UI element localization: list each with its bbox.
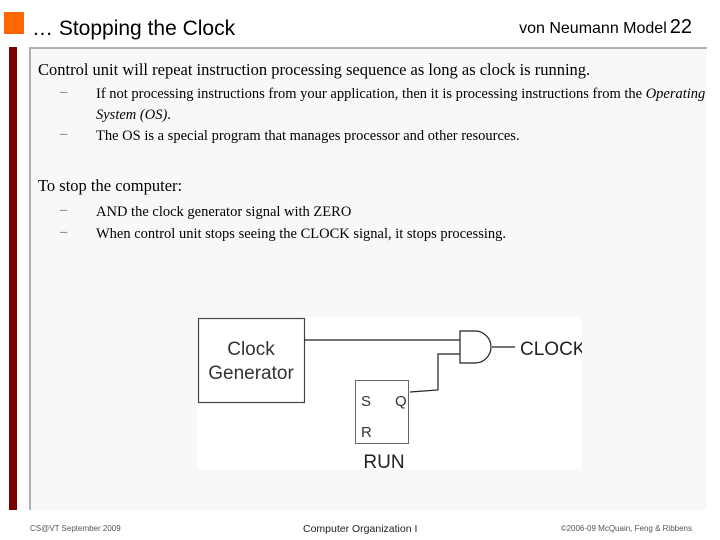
section-title: von Neumann Model bbox=[519, 20, 667, 37]
flipflop-q-label: Q bbox=[395, 393, 407, 410]
heading-control-unit: Control unit will repeat instruction pro… bbox=[38, 60, 591, 79]
and-gate bbox=[459, 330, 492, 364]
footer-center: Computer Organization I bbox=[303, 523, 418, 535]
clock-generator-label-1: Clock bbox=[227, 339, 275, 360]
run-wire bbox=[409, 353, 460, 393]
run-label: RUN bbox=[363, 452, 404, 469]
bullet-text-part: If not processing instructions from your… bbox=[96, 86, 646, 102]
bullet-text: The OS is a special program that manages… bbox=[96, 128, 520, 144]
bullet-item: – If not processing instructions from yo… bbox=[60, 84, 716, 126]
flipflop-s-label: S bbox=[361, 393, 371, 410]
bullet-dash: – bbox=[60, 202, 68, 218]
bullet-dash: – bbox=[60, 224, 68, 240]
clock-generator-label-2: Generator bbox=[208, 363, 294, 384]
slide-number: 22 bbox=[669, 16, 692, 38]
clock-generator-box bbox=[197, 317, 306, 404]
footer-right: ©2006-09 McQuain, Feng & Ribbens bbox=[560, 524, 692, 533]
bullet-dash: – bbox=[60, 126, 68, 142]
circuit-svg: Clock Generator CLOCK S Q R RUN bbox=[197, 317, 586, 473]
heading-stop-computer: To stop the computer: bbox=[38, 176, 183, 195]
bullet-item: – The OS is a special program that manag… bbox=[60, 126, 716, 147]
accent-square bbox=[4, 12, 24, 34]
bullet-text: AND the clock generator signal with ZERO bbox=[96, 204, 352, 220]
bullet-dash: – bbox=[60, 84, 68, 100]
bullet-text: If not processing instructions from your… bbox=[96, 84, 716, 126]
accent-bar bbox=[9, 47, 17, 510]
slide-title: … Stopping the Clock bbox=[32, 17, 236, 40]
bullet-item: – When control unit stops seeing the CLO… bbox=[60, 224, 716, 245]
bullet-text: When control unit stops seeing the CLOCK… bbox=[96, 226, 506, 242]
flipflop-r-label: R bbox=[361, 424, 372, 441]
bullet-text-part: . bbox=[167, 107, 171, 123]
footer-left: CS@VT September 2009 bbox=[30, 524, 121, 533]
slide-header-right: von Neumann Model 22 bbox=[519, 16, 692, 39]
clock-output-label: CLOCK bbox=[520, 339, 582, 360]
bullet-item: – AND the clock generator signal with ZE… bbox=[60, 202, 716, 223]
clock-circuit-diagram: Clock Generator CLOCK S Q R RUN bbox=[197, 317, 586, 473]
